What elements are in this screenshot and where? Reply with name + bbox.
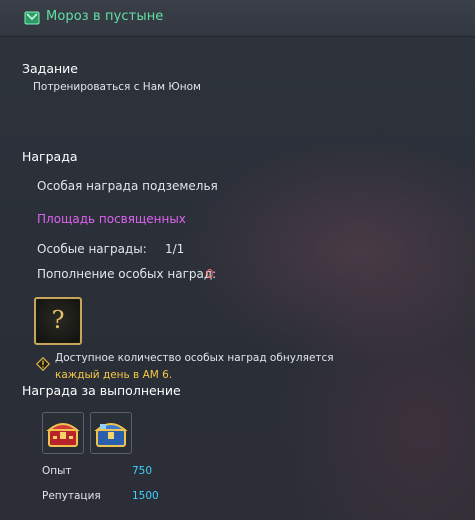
quest-icon: [24, 11, 40, 25]
special-rewards-value: 1/1: [165, 242, 185, 256]
reward-section-label: Награда: [22, 149, 78, 164]
unknown-reward-slot[interactable]: ?: [34, 297, 82, 345]
reset-notice-text: Доступное количество особых наград обнул…: [55, 352, 334, 364]
window-titlebar: Мороз в пустыне: [0, 0, 475, 37]
task-section-label: Задание: [22, 61, 78, 76]
completion-reward-label: Награда за выполнение: [22, 383, 181, 398]
task-description: Потренироваться с Нам Юном: [33, 81, 201, 93]
refill-value: 0: [206, 267, 214, 281]
question-mark-icon: ?: [51, 306, 65, 334]
special-rewards-label: Особые награды:: [37, 242, 147, 256]
blue-gold-chest-icon[interactable]: [90, 412, 132, 454]
quest-title: Мороз в пустыне: [46, 9, 164, 24]
location-link[interactable]: Площадь посвященных: [37, 212, 186, 226]
reputation-value: 1500: [132, 490, 159, 502]
exp-value: 750: [132, 465, 153, 477]
refill-label: Пополнение особых наград:: [37, 267, 217, 281]
red-gold-chest-icon[interactable]: [42, 412, 84, 454]
warning-icon: [36, 357, 50, 371]
reset-notice-time: каждый день в AM 6.: [55, 369, 173, 381]
exp-label: Опыт: [42, 465, 72, 477]
dungeon-reward-title: Особая награда подземелья: [37, 179, 218, 193]
reputation-label: Репутация: [42, 490, 101, 502]
